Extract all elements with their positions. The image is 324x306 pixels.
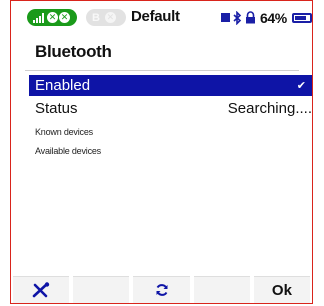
enabled-label: Enabled: [35, 77, 91, 94]
ok-button[interactable]: Ok: [253, 276, 311, 303]
blank-button-2[interactable]: [193, 276, 250, 303]
b-icon: B: [92, 11, 100, 24]
bottom-toolbar: Ok: [11, 273, 312, 303]
available-devices-heading: Available devices: [35, 146, 101, 156]
bluetooth-icon: [233, 10, 242, 25]
status-bar: ✕ ✕ B ✕ Default 64%: [11, 1, 312, 35]
refresh-button[interactable]: [133, 276, 190, 303]
enabled-row[interactable]: Enabled ✔: [29, 75, 312, 96]
tools-button[interactable]: [13, 276, 70, 303]
radio-status-pill[interactable]: ✕ ✕: [27, 9, 77, 26]
blank-button-1[interactable]: [73, 276, 130, 303]
close-circle-icon-2: ✕: [59, 12, 70, 23]
close-circle-icon: ✕: [47, 12, 58, 23]
model-name: Default: [131, 8, 180, 25]
page-title: Bluetooth: [35, 42, 112, 61]
lock-icon: [246, 11, 255, 24]
divider: [25, 70, 299, 71]
signal-bars-icon: [33, 12, 44, 23]
inactive-status-pill[interactable]: B ✕: [86, 9, 126, 26]
status-value: Searching....: [227, 99, 312, 117]
status-label: Status: [35, 99, 78, 117]
system-icons: 64%: [221, 9, 312, 26]
square-icon: [221, 13, 230, 22]
checkmark-icon: ✔: [296, 80, 306, 92]
known-devices-heading: Known devices: [35, 127, 93, 137]
battery-icon: [291, 12, 312, 23]
tools-icon: [32, 282, 50, 298]
screen-frame: ✕ ✕ B ✕ Default 64% Bluetooth Enabled ✔: [10, 0, 313, 304]
status-row: Status Searching....: [29, 98, 312, 118]
refresh-icon: [156, 284, 167, 296]
close-circle-icon-3: ✕: [104, 12, 116, 23]
battery-percent: 64%: [260, 9, 287, 26]
